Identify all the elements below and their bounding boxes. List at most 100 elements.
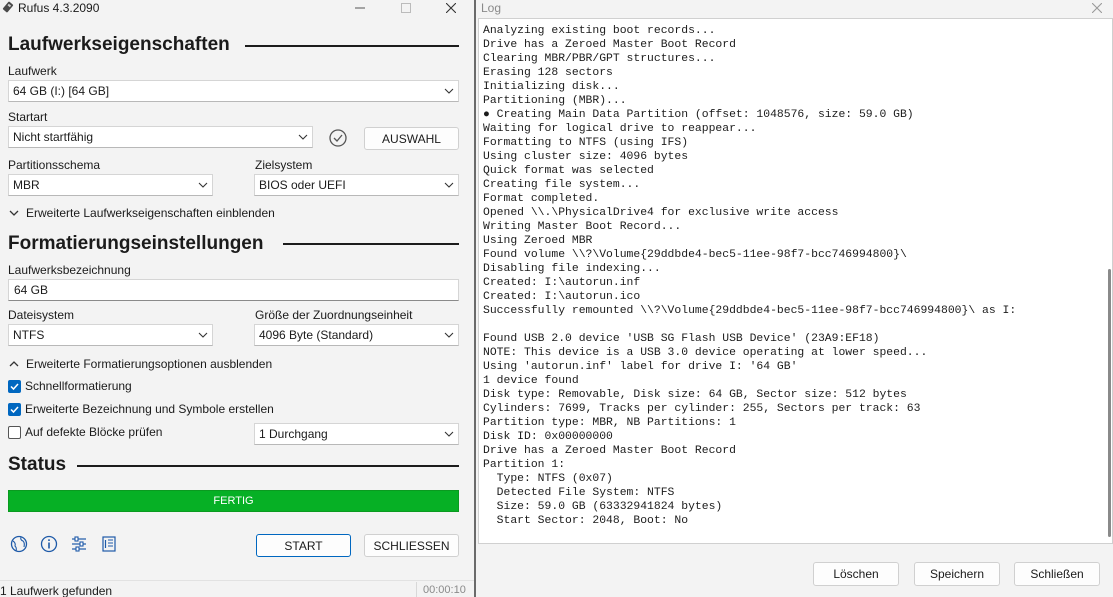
- drive-label: Laufwerk: [8, 64, 57, 78]
- log-line: Disk ID: 0x00000000: [483, 431, 613, 443]
- advanced-drive-toggle-label: Erweiterte Laufwerkseigenschaften einble…: [26, 206, 275, 220]
- log-line: NOTE: This device is a USB 3.0 device op…: [483, 347, 928, 359]
- advanced-drive-properties-toggle[interactable]: Erweiterte Laufwerkseigenschaften einble…: [8, 206, 275, 220]
- settings-sliders-icon[interactable]: [70, 535, 88, 553]
- log-line: Drive has a Zeroed Master Boot Record: [483, 39, 736, 51]
- start-button[interactable]: START: [256, 534, 351, 557]
- log-line: Found volume \\?\Volume{29ddbde4-bec5-11…: [483, 249, 907, 261]
- target-system-select[interactable]: BIOS oder UEFI: [254, 174, 459, 196]
- log-line: Created: I:\autorun.inf: [483, 277, 641, 289]
- status-text: 1 Laufwerk gefunden: [0, 584, 113, 597]
- log-content: Analyzing existing boot records... Drive …: [483, 24, 1103, 528]
- log-line: Created: I:\autorun.ico: [483, 291, 641, 303]
- quick-format-label: Schnellformatierung: [25, 379, 132, 393]
- log-window: Log Analyzing existing boot records... Dr…: [476, 0, 1113, 597]
- bad-blocks-label: Auf defekte Blöcke prüfen: [25, 425, 163, 439]
- globe-icon[interactable]: [10, 535, 28, 553]
- select-image-button[interactable]: AUSWAHL: [364, 127, 459, 150]
- filesystem-label: Dateisystem: [8, 308, 75, 322]
- status-bar: 1 Laufwerk gefunden 00:00:10: [0, 580, 474, 597]
- advanced-format-toggle-label: Erweiterte Formatierungsoptionen ausblen…: [26, 357, 273, 371]
- target-system-label: Zielsystem: [255, 158, 313, 172]
- chevron-up-icon: [9, 361, 19, 367]
- section-title-drive-properties: Laufwerkseigenschaften: [8, 34, 230, 55]
- log-line: Formatting to NTFS (using IFS): [483, 137, 689, 149]
- close-window-button[interactable]: [428, 0, 474, 16]
- close-log-button[interactable]: Schließen: [1014, 562, 1100, 586]
- drive-select[interactable]: 64 GB (I:) [64 GB]: [8, 80, 459, 102]
- extended-label-checkbox[interactable]: Erweiterte Bezeichnung und Symbole erste…: [8, 402, 274, 416]
- bad-blocks-passes-value: 1 Durchgang: [259, 427, 328, 441]
- log-icon[interactable]: [100, 535, 118, 553]
- partition-scheme-label: Partitionsschema: [8, 158, 101, 172]
- checkbox-unchecked-icon: [8, 425, 21, 439]
- progress-bar: FERTIG: [8, 490, 459, 512]
- log-window-title: Log: [481, 1, 502, 15]
- chevron-down-icon: [440, 81, 458, 101]
- log-line: Partition type: MBR, NB Partitions: 1: [483, 417, 736, 429]
- drive-value: 64 GB (I:) [64 GB]: [13, 84, 110, 98]
- log-scrollbar[interactable]: [1108, 269, 1111, 537]
- chevron-down-icon: [194, 325, 212, 345]
- boot-selection-label: Startart: [8, 110, 48, 124]
- log-line: Waiting for logical drive to reappear...: [483, 123, 757, 135]
- partition-scheme-value: MBR: [13, 178, 40, 192]
- log-line: Quick format was selected: [483, 165, 654, 177]
- minimize-icon: [355, 7, 365, 9]
- maximize-button[interactable]: [383, 0, 429, 16]
- section-divider: [283, 243, 459, 245]
- quick-format-checkbox[interactable]: Schnellformatierung: [8, 379, 132, 393]
- boot-selection-select[interactable]: Nicht startfähig: [8, 126, 313, 148]
- usb-drive-icon: [2, 1, 14, 13]
- save-log-button[interactable]: Speichern: [914, 562, 1000, 586]
- verify-checkmark-button[interactable]: [328, 128, 348, 148]
- cluster-size-select[interactable]: 4096 Byte (Standard): [254, 324, 459, 346]
- maximize-icon: [401, 3, 411, 13]
- rufus-window: Rufus 4.3.2090 Laufwerkseigenschaften La…: [0, 0, 474, 597]
- cluster-size-value: 4096 Byte (Standard): [259, 328, 374, 342]
- close-button[interactable]: SCHLIESSEN: [364, 534, 459, 557]
- advanced-format-options-toggle[interactable]: Erweiterte Formatierungsoptionen ausblen…: [8, 357, 272, 371]
- volume-label-label: Laufwerksbezeichnung: [8, 263, 131, 277]
- check-circle-icon: [329, 129, 347, 147]
- log-line: 1 device found: [483, 375, 579, 387]
- partition-scheme-select[interactable]: MBR: [8, 174, 213, 196]
- info-icon[interactable]: [40, 535, 58, 553]
- log-line: Using cluster size: 4096 bytes: [483, 151, 689, 163]
- log-line: Erasing 128 sectors: [483, 67, 613, 79]
- log-line: Type: NTFS (0x07): [483, 473, 613, 485]
- bad-blocks-passes-select[interactable]: 1 Durchgang: [254, 423, 459, 445]
- close-icon: [1092, 3, 1102, 13]
- log-line: Disk type: Removable, Disk size: 64 GB, …: [483, 389, 907, 401]
- chevron-down-icon: [440, 325, 458, 345]
- title-bar: Rufus 4.3.2090: [0, 0, 474, 16]
- bad-blocks-checkbox[interactable]: Auf defekte Blöcke prüfen: [8, 425, 162, 439]
- chevron-down-icon: [294, 127, 312, 147]
- section-title-status: Status: [8, 454, 67, 475]
- chevron-down-icon: [440, 175, 458, 195]
- volume-label-input[interactable]: 64 GB: [8, 279, 459, 301]
- close-icon: [446, 3, 456, 13]
- section-title-format-options: Formatierungseinstellungen: [8, 233, 264, 254]
- filesystem-value: NTFS: [13, 328, 45, 342]
- chevron-down-icon: [9, 210, 19, 216]
- section-divider: [245, 45, 459, 47]
- log-close-window-button[interactable]: [1083, 0, 1111, 16]
- log-line: Clearing MBR/PBR/GPT structures...: [483, 53, 716, 65]
- elapsed-time: 00:00:10: [423, 584, 466, 596]
- target-system-value: BIOS oder UEFI: [259, 178, 346, 192]
- log-line: Successfully remounted \\?\Volume{29ddbd…: [483, 305, 1017, 317]
- clear-log-button[interactable]: Löschen: [813, 562, 899, 586]
- log-line: Analyzing existing boot records...: [483, 25, 716, 37]
- log-textarea[interactable]: Analyzing existing boot records... Drive …: [478, 18, 1113, 544]
- log-line: Size: 59.0 GB (63332941824 bytes): [483, 501, 723, 513]
- chevron-down-icon: [194, 175, 212, 195]
- log-line: Detected File System: NTFS: [483, 487, 675, 499]
- log-line: Drive has a Zeroed Master Boot Record: [483, 445, 736, 457]
- log-line: Using 'autorun.inf' label for drive I: '…: [483, 361, 798, 373]
- minimize-button[interactable]: [337, 0, 383, 16]
- filesystem-select[interactable]: NTFS: [8, 324, 213, 346]
- log-line: Writing Master Boot Record...: [483, 221, 682, 233]
- log-line: Opened \\.\PhysicalDrive4 for exclusive …: [483, 207, 839, 219]
